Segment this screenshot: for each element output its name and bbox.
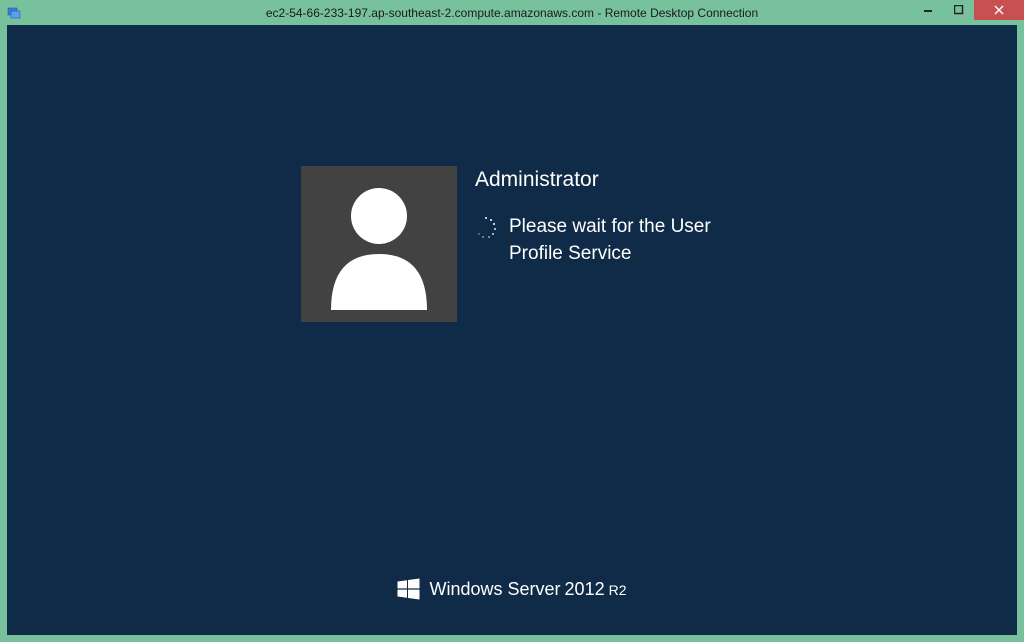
brand-release: R2: [609, 582, 627, 598]
brand-text: Windows Server 2012 R2: [430, 579, 627, 600]
user-avatar-tile: [301, 166, 457, 322]
brand-product: Windows Server: [430, 579, 561, 600]
window-controls: [914, 0, 1024, 20]
status-row: Please wait for the User Profile Service: [475, 214, 739, 267]
username-label: Administrator: [475, 168, 739, 192]
status-message: Please wait for the User Profile Service: [509, 214, 739, 267]
login-block: Administrator Please wait for the User P…: [301, 166, 739, 322]
brand-version: 2012: [565, 579, 605, 600]
rdp-app-icon: [6, 5, 22, 21]
maximize-button[interactable]: [944, 0, 974, 20]
close-button[interactable]: [974, 0, 1024, 20]
login-text-block: Administrator Please wait for the User P…: [475, 166, 739, 322]
titlebar[interactable]: ec2-54-66-233-197.ap-southeast-2.compute…: [0, 0, 1024, 25]
rdp-window: ec2-54-66-233-197.ap-southeast-2.compute…: [0, 0, 1024, 642]
os-branding: Windows Server 2012 R2: [398, 578, 627, 600]
remote-desktop-content: Administrator Please wait for the User P…: [7, 25, 1017, 635]
user-silhouette-icon: [319, 178, 439, 310]
window-title: ec2-54-66-233-197.ap-southeast-2.compute…: [266, 6, 758, 20]
minimize-button[interactable]: [914, 0, 944, 20]
loading-spinner-icon: [475, 217, 497, 239]
windows-logo-icon: [398, 578, 420, 600]
